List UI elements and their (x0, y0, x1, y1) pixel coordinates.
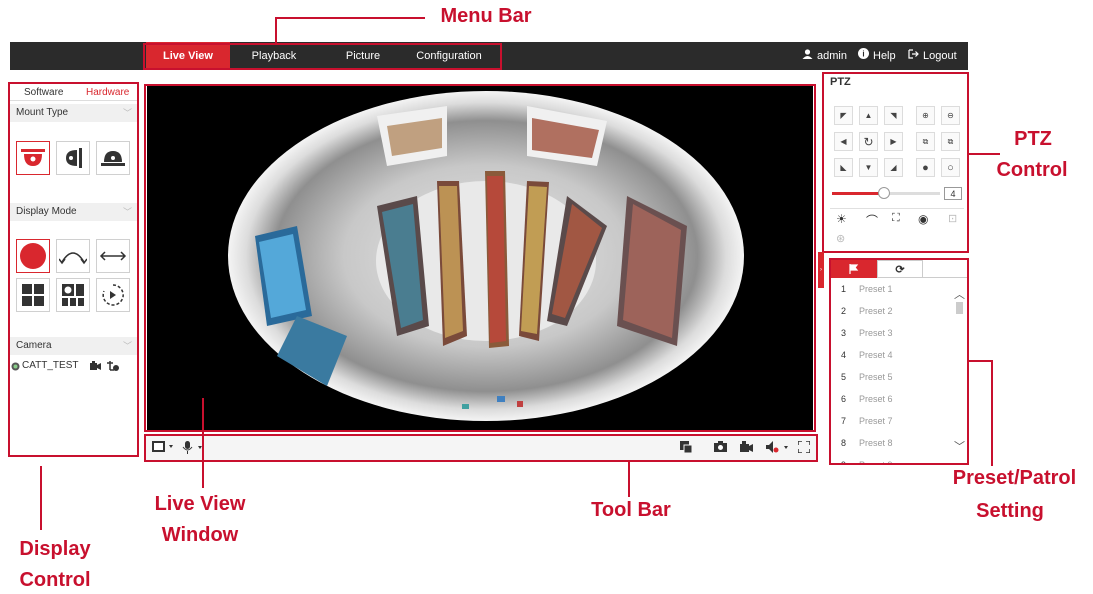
callout-line (628, 462, 630, 497)
ptz-callout-line2: Control (996, 159, 1068, 181)
preset-highlight (829, 258, 969, 465)
user-menu[interactable]: admin (802, 42, 847, 70)
preset-callout-line1: Preset/Patrol (952, 467, 1077, 489)
ptz-highlight (822, 72, 969, 253)
live-view-highlight (144, 84, 816, 432)
tool-bar-callout: Tool Bar (591, 499, 671, 521)
callout-line (202, 398, 204, 488)
callout-line (969, 153, 1000, 155)
live-view-callout-line1: Live View (154, 493, 246, 515)
display-callout-line1: Display (19, 538, 91, 560)
ptz-callout-line1: PTZ (1014, 128, 1052, 150)
callout-line (40, 466, 42, 530)
logout-label: Logout (923, 50, 957, 62)
live-view-callout-line2: Window (161, 524, 239, 546)
svg-text:i: i (862, 50, 864, 59)
menu-bar-callout: Menu Bar (440, 5, 532, 27)
tool-bar-highlight (144, 434, 818, 462)
preset-callout-line2: Setting (976, 500, 1044, 522)
callout-line (275, 17, 425, 19)
callout-line (967, 360, 993, 362)
help-icon: i (858, 42, 869, 70)
display-callout-line2: Control (19, 569, 91, 591)
help-label: Help (873, 50, 896, 62)
callout-line (275, 17, 277, 43)
logout-link[interactable]: Logout (908, 42, 957, 70)
menu-bar-highlight (143, 43, 502, 70)
logout-icon (908, 42, 919, 70)
collapse-panel-handle[interactable]: › (818, 252, 824, 288)
callout-line (991, 360, 993, 466)
help-link[interactable]: i Help (858, 42, 896, 70)
display-control-highlight (8, 82, 139, 457)
username-label: admin (817, 50, 847, 62)
user-icon (802, 42, 813, 70)
